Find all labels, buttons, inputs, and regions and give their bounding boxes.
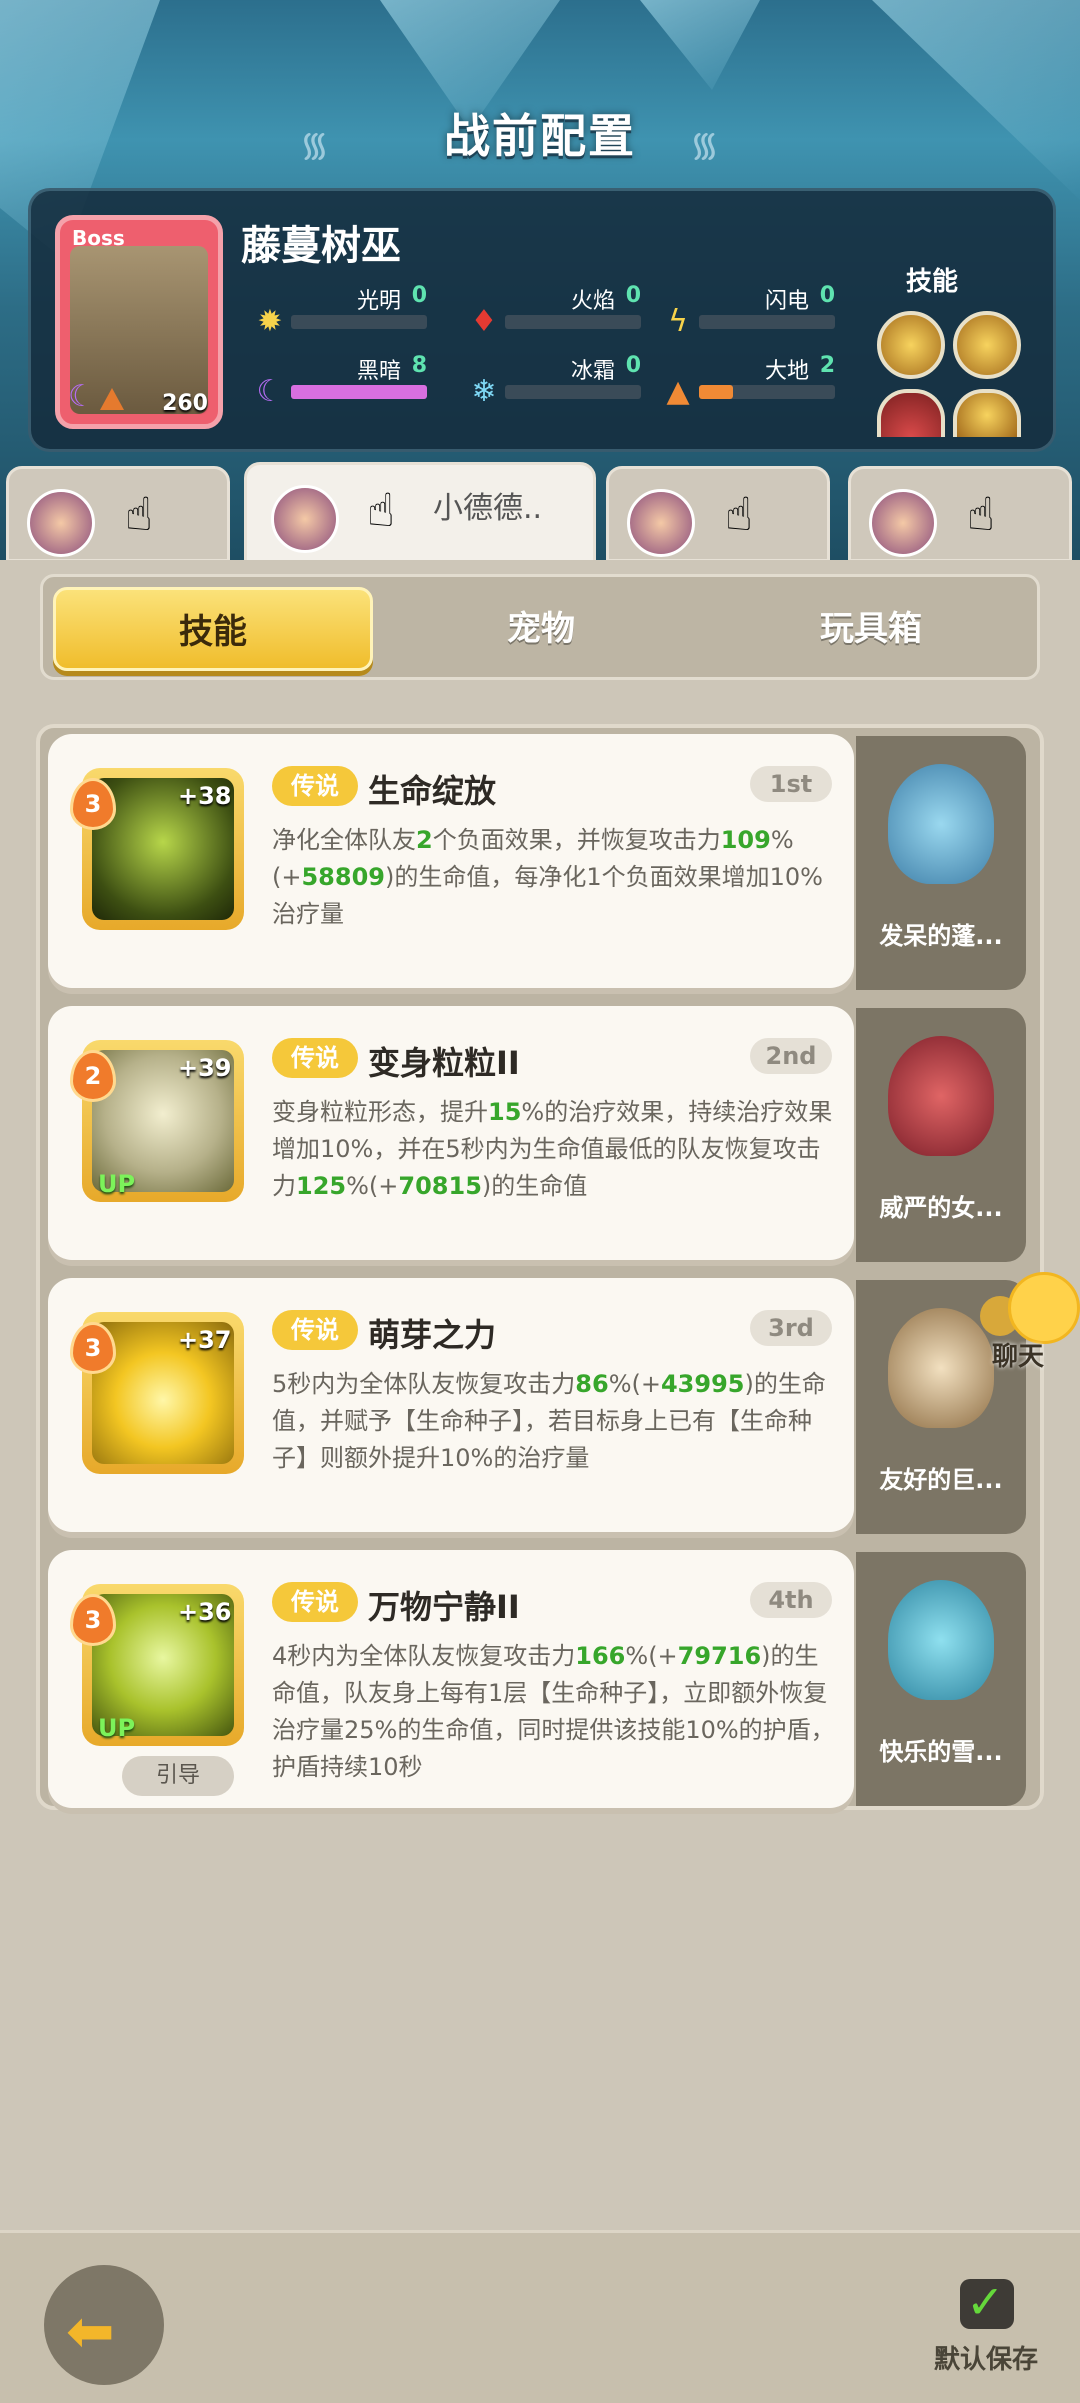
rarity-badge: 传说 bbox=[272, 1310, 358, 1350]
sun-icon: ✹ bbox=[257, 304, 283, 339]
default-save-checkbox[interactable]: ✓ bbox=[960, 2275, 1014, 2329]
pet-name: 快乐的雪... bbox=[879, 1738, 1003, 1766]
page-title: 战前配置 bbox=[444, 109, 636, 163]
upgrade-label: UP bbox=[98, 1170, 136, 1198]
skill-rank: 1st bbox=[750, 766, 832, 802]
skill-rank: 2nd bbox=[750, 1038, 832, 1074]
hero-tab-name: 小德德.. bbox=[433, 491, 543, 526]
tab-toybox[interactable]: 玩具箱 bbox=[711, 587, 1031, 671]
boss-skill-orb-icon[interactable] bbox=[953, 389, 1021, 437]
hero-avatar-icon bbox=[869, 489, 937, 557]
boss-panel: Boss ☾ 260 藤蔓树巫 ✹ 光明 0 ♦ 火焰 0 ϟ 闪电 0 ☾ 黑… bbox=[28, 188, 1056, 452]
skill-bonus: +36 bbox=[178, 1598, 232, 1626]
skill-name: 生命绽放 bbox=[368, 772, 497, 810]
pet-slot[interactable]: 快乐的雪... bbox=[856, 1552, 1026, 1806]
skill-card[interactable]: 3 +37 传说 萌芽之力 3rd 5秒内为全体队友恢复攻击力86%(+4399… bbox=[48, 1278, 854, 1532]
skill-name: 万物宁静II bbox=[368, 1588, 520, 1626]
hero-tab-4[interactable]: ☝ bbox=[848, 466, 1072, 562]
channel-badge: 引导 bbox=[122, 1756, 234, 1796]
snowflake-icon: ❄ bbox=[471, 374, 497, 409]
pet-slot[interactable]: 发呆的蓬... bbox=[856, 736, 1026, 990]
skill-card[interactable]: 3 +38 传说 生命绽放 1st 净化全体队友2个负面效果，并恢复攻击力109… bbox=[48, 734, 854, 988]
smiley-icon bbox=[1008, 1272, 1080, 1344]
pet-name: 威严的女... bbox=[879, 1194, 1003, 1222]
back-button[interactable]: ⬅ bbox=[44, 2265, 164, 2385]
element-fire: ♦ 火焰 0 bbox=[467, 283, 677, 353]
pet-avatar-icon bbox=[888, 1308, 994, 1428]
skill-name: 变身粒粒II bbox=[368, 1044, 520, 1082]
skill-description: 4秒内为全体队友恢复攻击力166%(+79716)的生命值，队友身上每有1层【生… bbox=[272, 1642, 835, 1781]
skill-name: 萌芽之力 bbox=[368, 1316, 497, 1354]
skill-rank: 4th bbox=[750, 1582, 832, 1618]
tap-hand-icon: ☝ bbox=[725, 487, 754, 541]
boss-level: 260 bbox=[162, 391, 208, 416]
element-bar bbox=[291, 385, 427, 399]
element-light: ✹ 光明 0 bbox=[253, 283, 463, 353]
chat-button[interactable]: 聊天 bbox=[980, 1272, 1080, 1372]
tab-pets[interactable]: 宠物 bbox=[381, 587, 701, 671]
pet-slot[interactable]: 威严的女... bbox=[856, 1008, 1026, 1262]
mountain-icon: ▲ bbox=[666, 374, 690, 409]
pet-name: 发呆的蓬... bbox=[879, 922, 1003, 950]
tap-hand-icon: ☝ bbox=[967, 487, 996, 541]
skill-bonus: +39 bbox=[178, 1054, 232, 1082]
skill-description: 5秒内为全体队友恢复攻击力86%(+43995)的生命值，并赋予【生命种子】，若… bbox=[272, 1370, 826, 1472]
tap-hand-icon: ☝ bbox=[125, 487, 154, 541]
rarity-badge: 传说 bbox=[272, 1582, 358, 1622]
checkmark-icon: ✓ bbox=[966, 2275, 1005, 2329]
element-frost: ❄ 冰霜 0 bbox=[467, 353, 677, 423]
skill-rank: 3rd bbox=[750, 1310, 832, 1346]
boss-portrait[interactable]: Boss ☾ 260 bbox=[55, 215, 223, 429]
tab-skills[interactable]: 技能 bbox=[53, 587, 373, 671]
element-earth: ▲ 大地 2 bbox=[661, 353, 871, 423]
hero-tab-bar: ☝ ☝ 小德德.. ☝ ☝ bbox=[0, 462, 1080, 566]
segment-control: 技能 宠物 玩具箱 bbox=[40, 574, 1040, 680]
element-bar bbox=[291, 315, 427, 329]
chat-label: 聊天 bbox=[992, 1342, 1045, 1372]
lightning-icon: ϟ bbox=[668, 304, 688, 339]
hero-avatar-icon bbox=[627, 489, 695, 557]
element-bar bbox=[505, 315, 641, 329]
bottom-bar: ⬅ ✓ 默认保存 bbox=[0, 2230, 1080, 2403]
dark-element-icon: ☾ bbox=[68, 379, 95, 414]
hero-avatar-icon bbox=[27, 489, 95, 557]
tap-hand-icon: ☝ bbox=[367, 483, 396, 537]
hero-tab-2[interactable]: ☝ 小德德.. bbox=[244, 462, 596, 566]
element-dark: ☾ 黑暗 8 bbox=[253, 353, 463, 423]
back-arrow-icon: ⬅ bbox=[66, 2297, 115, 2365]
rarity-badge: 传说 bbox=[272, 1038, 358, 1078]
earth-element-icon bbox=[100, 388, 124, 410]
hero-tab-1[interactable]: ☝ bbox=[6, 466, 230, 562]
default-save-label: 默认保存 bbox=[934, 2345, 1039, 2375]
pet-avatar-icon bbox=[888, 1036, 994, 1156]
moon-icon: ☾ bbox=[256, 374, 284, 409]
hero-avatar-icon bbox=[271, 485, 339, 553]
element-lightning: ϟ 闪电 0 bbox=[661, 283, 871, 353]
hero-tab-3[interactable]: ☝ bbox=[606, 466, 830, 562]
skill-description: 变身粒粒形态，提升15%的治疗效果，持续治疗效果增加10%，并在5秒内为生命值最… bbox=[272, 1098, 833, 1200]
skill-card[interactable]: 2 +39 UP 传说 变身粒粒II 2nd 变身粒粒形态，提升15%的治疗效果… bbox=[48, 1006, 854, 1260]
skill-description: 净化全体队友2个负面效果，并恢复攻击力109%(+58809)的生命值，每净化1… bbox=[272, 826, 823, 928]
boss-name: 藤蔓树巫 bbox=[241, 223, 401, 269]
boss-skill-orb-icon[interactable] bbox=[877, 311, 945, 379]
pet-avatar-icon bbox=[888, 764, 994, 884]
upgrade-label: UP bbox=[98, 1714, 136, 1742]
skill-card[interactable]: 3 +36 UP 引导 传说 万物宁静II 4th 4秒内为全体队友恢复攻击力1… bbox=[48, 1550, 854, 1808]
boss-skill-orb-icon[interactable] bbox=[877, 389, 945, 437]
element-bar bbox=[699, 315, 835, 329]
skill-bonus: +37 bbox=[178, 1326, 232, 1354]
element-bar bbox=[505, 385, 641, 399]
boss-skill-orb-icon[interactable] bbox=[953, 311, 1021, 379]
boss-tag: Boss bbox=[72, 226, 125, 250]
skill-bonus: +38 bbox=[178, 782, 232, 810]
pet-avatar-icon bbox=[888, 1580, 994, 1700]
boss-skills-label: 技能 bbox=[906, 267, 959, 297]
element-bar bbox=[699, 385, 835, 399]
rarity-badge: 传说 bbox=[272, 766, 358, 806]
flame-icon: ♦ bbox=[470, 304, 498, 339]
pet-name: 友好的巨... bbox=[879, 1466, 1003, 1494]
